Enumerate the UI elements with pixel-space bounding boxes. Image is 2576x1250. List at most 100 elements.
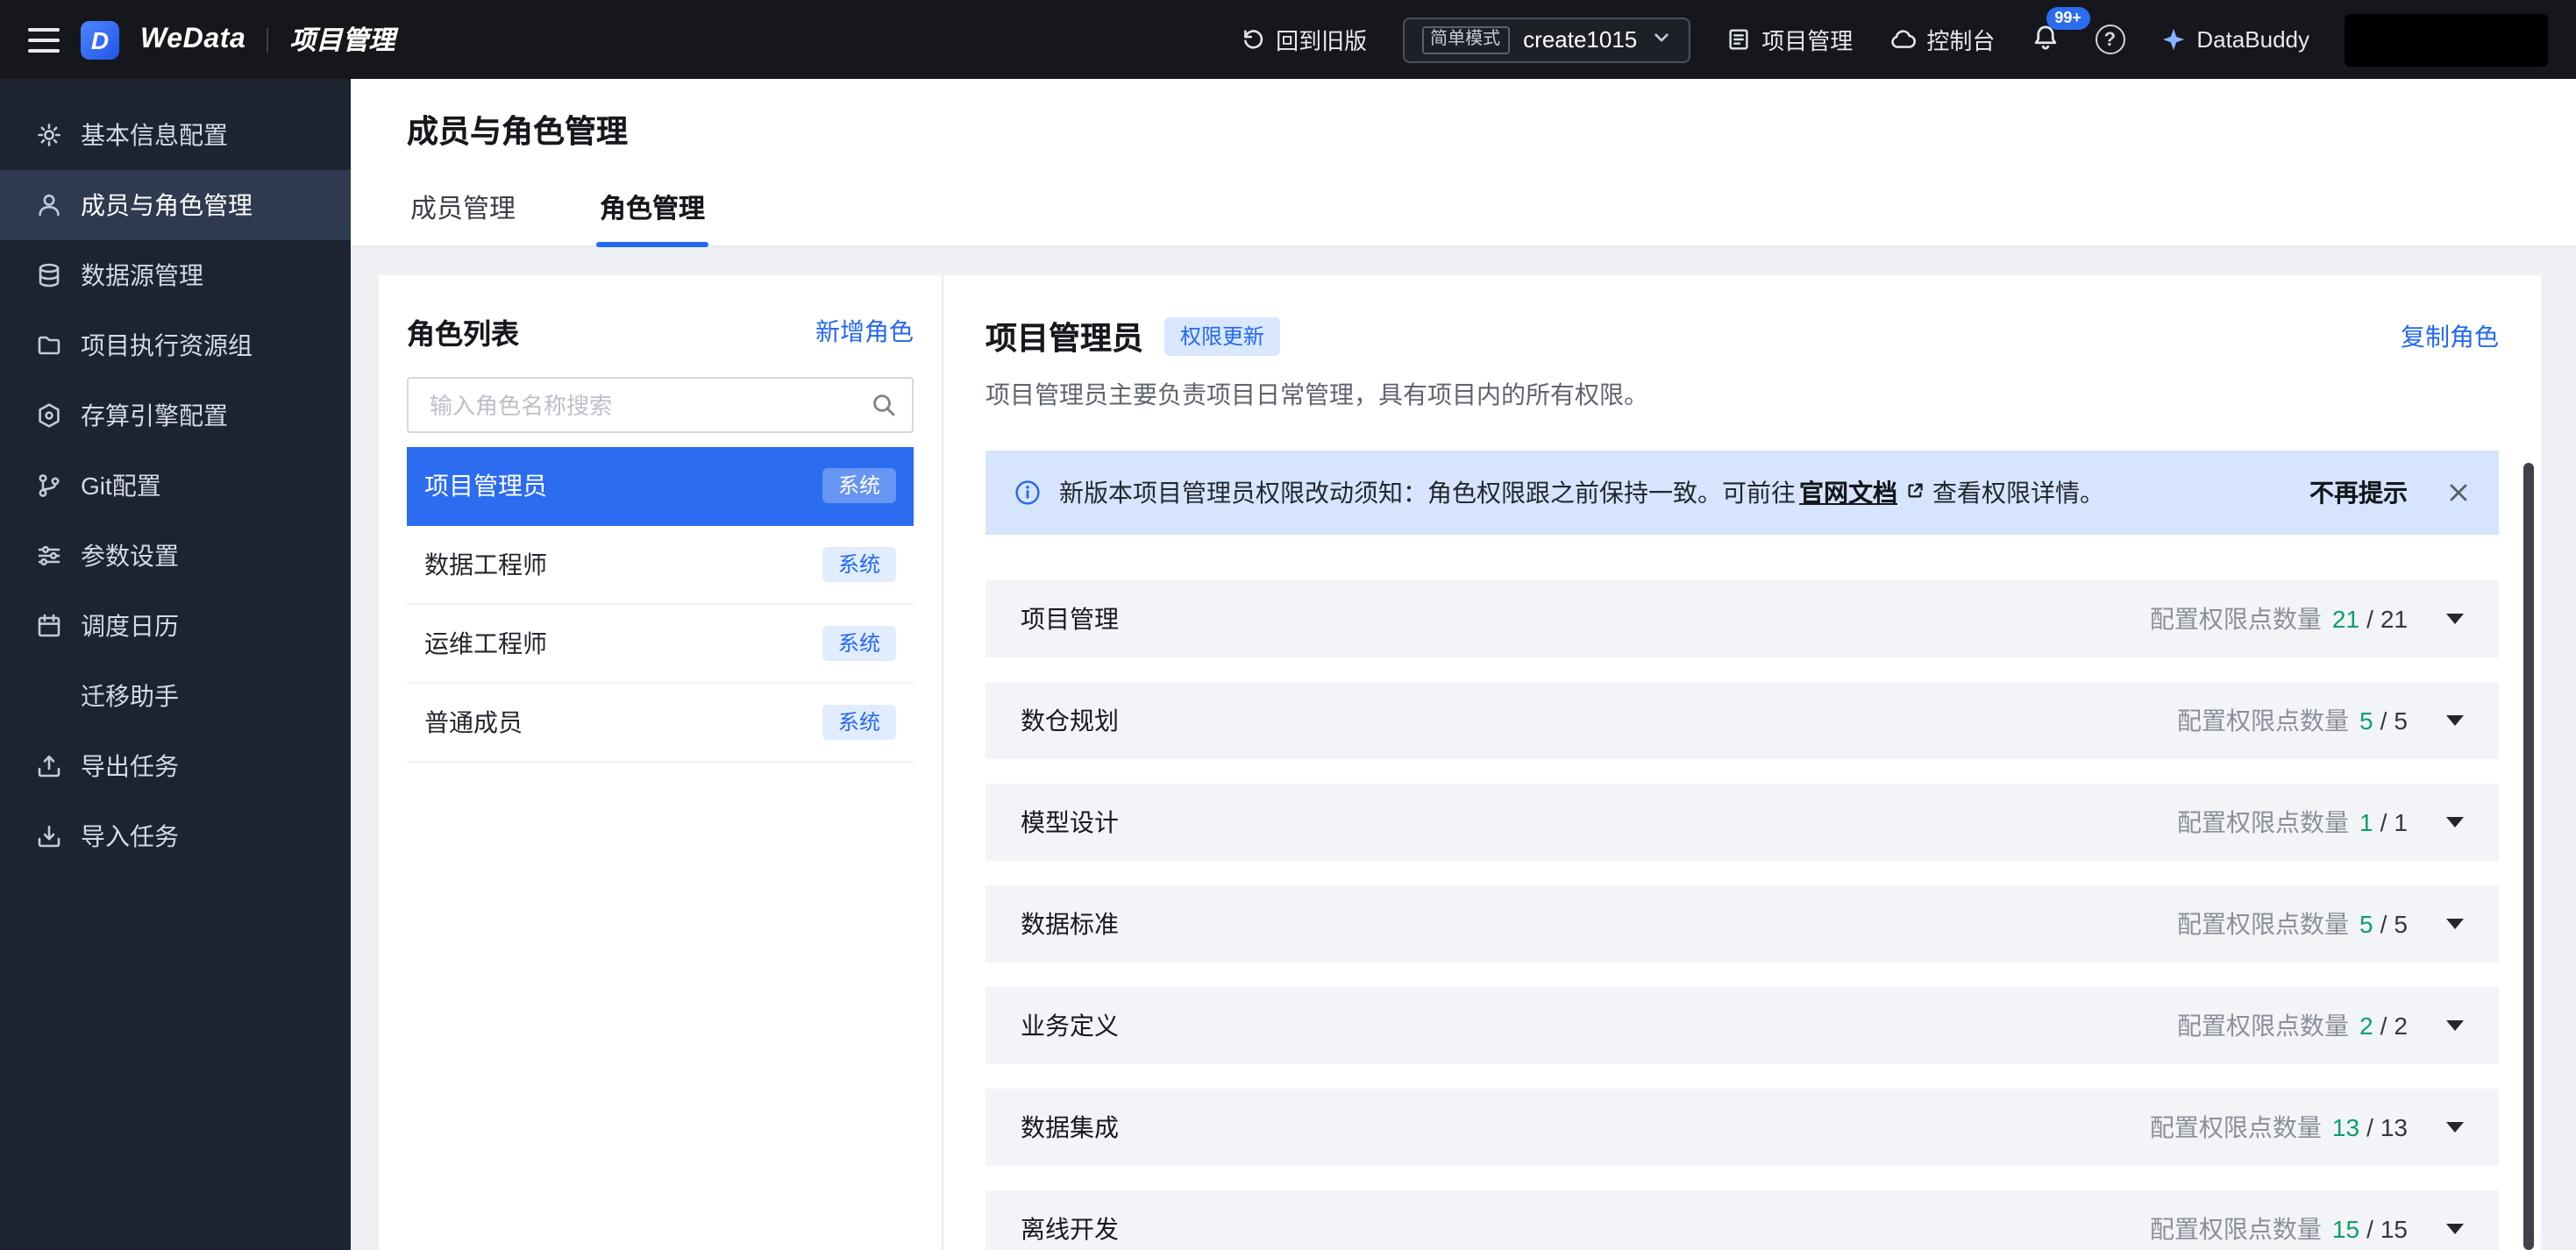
role-list: 项目管理员 系统 数据工程师 系统 运维工程师 系统 普通成员 系统 [407,447,914,763]
undo-icon [1239,26,1265,53]
notice-banner: 新版本项目管理员权限改动须知：角色权限跟之前保持一致。可前往 官网文档 查看权限详情… [986,451,2499,535]
permission-group-offline-development[interactable]: 离线开发 配置权限点数量 15 / 15 [986,1190,2499,1250]
perm-count-label: 配置权限点数量 [2177,910,2350,938]
export-icon [35,752,63,780]
databuddy-button[interactable]: DataBuddy [2160,26,2309,53]
group-name: 项目管理 [1021,605,1119,633]
chevron-down-icon[interactable] [2446,817,2464,827]
account-area-redacted[interactable] [2345,13,2548,66]
sidebar-item-params[interactable]: 参数设置 [0,521,351,591]
group-name: 数仓规划 [1021,707,1119,735]
tab-member-management[interactable]: 成员管理 [407,174,519,245]
role-row-project-admin[interactable]: 项目管理员 系统 [407,447,914,526]
vertical-scrollbar[interactable] [2523,463,2534,1250]
perm-count-label: 配置权限点数量 [2149,1215,2322,1243]
perm-count: 15 [2331,1215,2360,1243]
permission-group-data-integration[interactable]: 数据集成 配置权限点数量 13 / 13 [986,1089,2499,1166]
add-role-button[interactable]: 新增角色 [815,314,914,349]
system-badge: 系统 [822,626,896,661]
role-row-data-engineer[interactable]: 数据工程师 系统 [407,526,914,605]
topbar-app-title: 项目管理 [289,26,395,56]
perm-total: 5 [2394,910,2408,938]
sidebar-item-basic-info[interactable]: 基本信息配置 [0,100,351,170]
perm-count-label: 配置权限点数量 [2177,808,2350,836]
copy-role-button[interactable]: 复制角色 [2401,319,2499,354]
back-to-old-version-button[interactable]: 回到旧版 [1239,23,1367,56]
role-row-normal-member[interactable]: 普通成员 系统 [407,684,914,763]
dont-remind-button[interactable]: 不再提示 [2309,475,2408,510]
sidebar-item-label: 数据源管理 [81,261,203,289]
chevron-down-icon[interactable] [2446,1020,2464,1031]
main-area: 成员与角色管理 成员管理 角色管理 角色列表 新增角色 输入角色名称搜索 项目管… [351,79,2576,1250]
permission-updated-badge: 权限更新 [1164,317,1281,356]
wedata-logo-icon[interactable]: D [81,20,119,59]
sidebar-item-import-tasks[interactable]: 导入任务 [0,801,351,871]
sidebar-item-schedule-calendar[interactable]: 调度日历 [0,591,351,661]
nav-console[interactable]: 控制台 [1888,23,1995,56]
perm-count-label: 配置权限点数量 [2149,1113,2322,1141]
role-search-box [407,377,914,433]
project-name: create1015 [1523,26,1638,53]
external-link-icon[interactable] [1904,479,1925,507]
permission-group-business-definition[interactable]: 业务定义 配置权限点数量 2 / 2 [986,987,2499,1064]
sidebar-item-members-roles[interactable]: 成员与角色管理 [0,170,351,240]
perm-total: 5 [2394,707,2408,735]
role-list-panel: 角色列表 新增角色 输入角色名称搜索 项目管理员 系统 数据工程师 系统 运维工… [379,275,943,1250]
engine-icon [35,401,63,430]
sidebar-item-label: 迁移助手 [81,682,179,710]
perm-count: 1 [2359,808,2373,836]
chevron-down-icon[interactable] [2446,1224,2464,1234]
role-detail-title: 项目管理员 [986,321,1143,356]
sidebar-item-label: 基本信息配置 [81,121,228,149]
sidebar-item-engine-config[interactable]: 存算引擎配置 [0,380,351,451]
permission-group-model-design[interactable]: 模型设计 配置权限点数量 1 / 1 [986,784,2499,861]
project-selector[interactable]: 简单模式 create1015 [1402,17,1690,62]
official-docs-link[interactable]: 官网文档 [1799,475,1897,510]
perm-count: 5 [2359,910,2373,938]
sidebar-item-datasource[interactable]: 数据源管理 [0,240,351,310]
perm-total: 21 [2380,605,2408,633]
sidebar-item-export-tasks[interactable]: 导出任务 [0,731,351,801]
chevron-down-icon[interactable] [2446,1122,2464,1133]
role-row-ops-engineer[interactable]: 运维工程师 系统 [407,605,914,684]
sidebar-item-exec-resource-group[interactable]: 项目执行资源组 [0,310,351,380]
sliders-icon [35,542,63,570]
permission-group-warehouse-planning[interactable]: 数仓规划 配置权限点数量 5 / 5 [986,682,2499,759]
banner-text-after: 查看权限详情。 [1932,479,2104,507]
help-icon[interactable]: ? [2095,25,2125,54]
chevron-down-icon[interactable] [2446,919,2464,929]
system-badge: 系统 [822,547,896,582]
content-area: 角色列表 新增角色 输入角色名称搜索 项目管理员 系统 数据工程师 系统 运维工… [351,247,2576,1250]
sidebar-item-git[interactable]: Git配置 [0,451,351,521]
chevron-down-icon [1651,26,1670,53]
bell-icon [2030,25,2060,57]
sidebar-item-label: Git配置 [81,472,161,500]
close-icon[interactable] [2446,480,2471,505]
person-icon [35,191,63,219]
nav-project-management[interactable]: 项目管理 [1725,23,1853,56]
sparkle-icon [2160,26,2186,53]
permission-group-project-management[interactable]: 项目管理 配置权限点数量 21 / 21 [986,580,2499,657]
role-name: 普通成员 [424,708,523,736]
menu-icon[interactable] [28,27,60,52]
tab-bar: 成员管理 角色管理 [351,174,2576,247]
role-management-card: 角色列表 新增角色 输入角色名称搜索 项目管理员 系统 数据工程师 系统 运维工… [379,275,2541,1250]
perm-count-label: 配置权限点数量 [2149,605,2322,633]
app-window: D WeData 项目管理 回到旧版 简单模式 create1015 项目管理 … [0,0,2576,1250]
role-search-input[interactable] [426,390,856,420]
sidebar-item-label: 导入任务 [81,822,179,850]
topbar: D WeData 项目管理 回到旧版 简单模式 create1015 项目管理 … [0,0,2576,79]
role-name: 数据工程师 [424,550,547,579]
permission-group-data-standard[interactable]: 数据标准 配置权限点数量 5 / 5 [986,885,2499,962]
sidebar-item-migration-assistant[interactable]: 迁移助手 [0,661,351,731]
sidebar-item-label: 调度日历 [81,612,179,640]
notification-count-badge: 99+ [2046,6,2090,29]
search-icon[interactable] [870,391,898,428]
no-icon-spacer [35,682,63,710]
chevron-down-icon[interactable] [2446,715,2464,726]
chevron-down-icon[interactable] [2446,614,2464,624]
notifications-button[interactable]: 99+ [2030,6,2090,57]
page-title: 成员与角色管理 [407,114,628,149]
tab-role-management[interactable]: 角色管理 [596,174,709,247]
perm-count: 5 [2359,707,2373,735]
